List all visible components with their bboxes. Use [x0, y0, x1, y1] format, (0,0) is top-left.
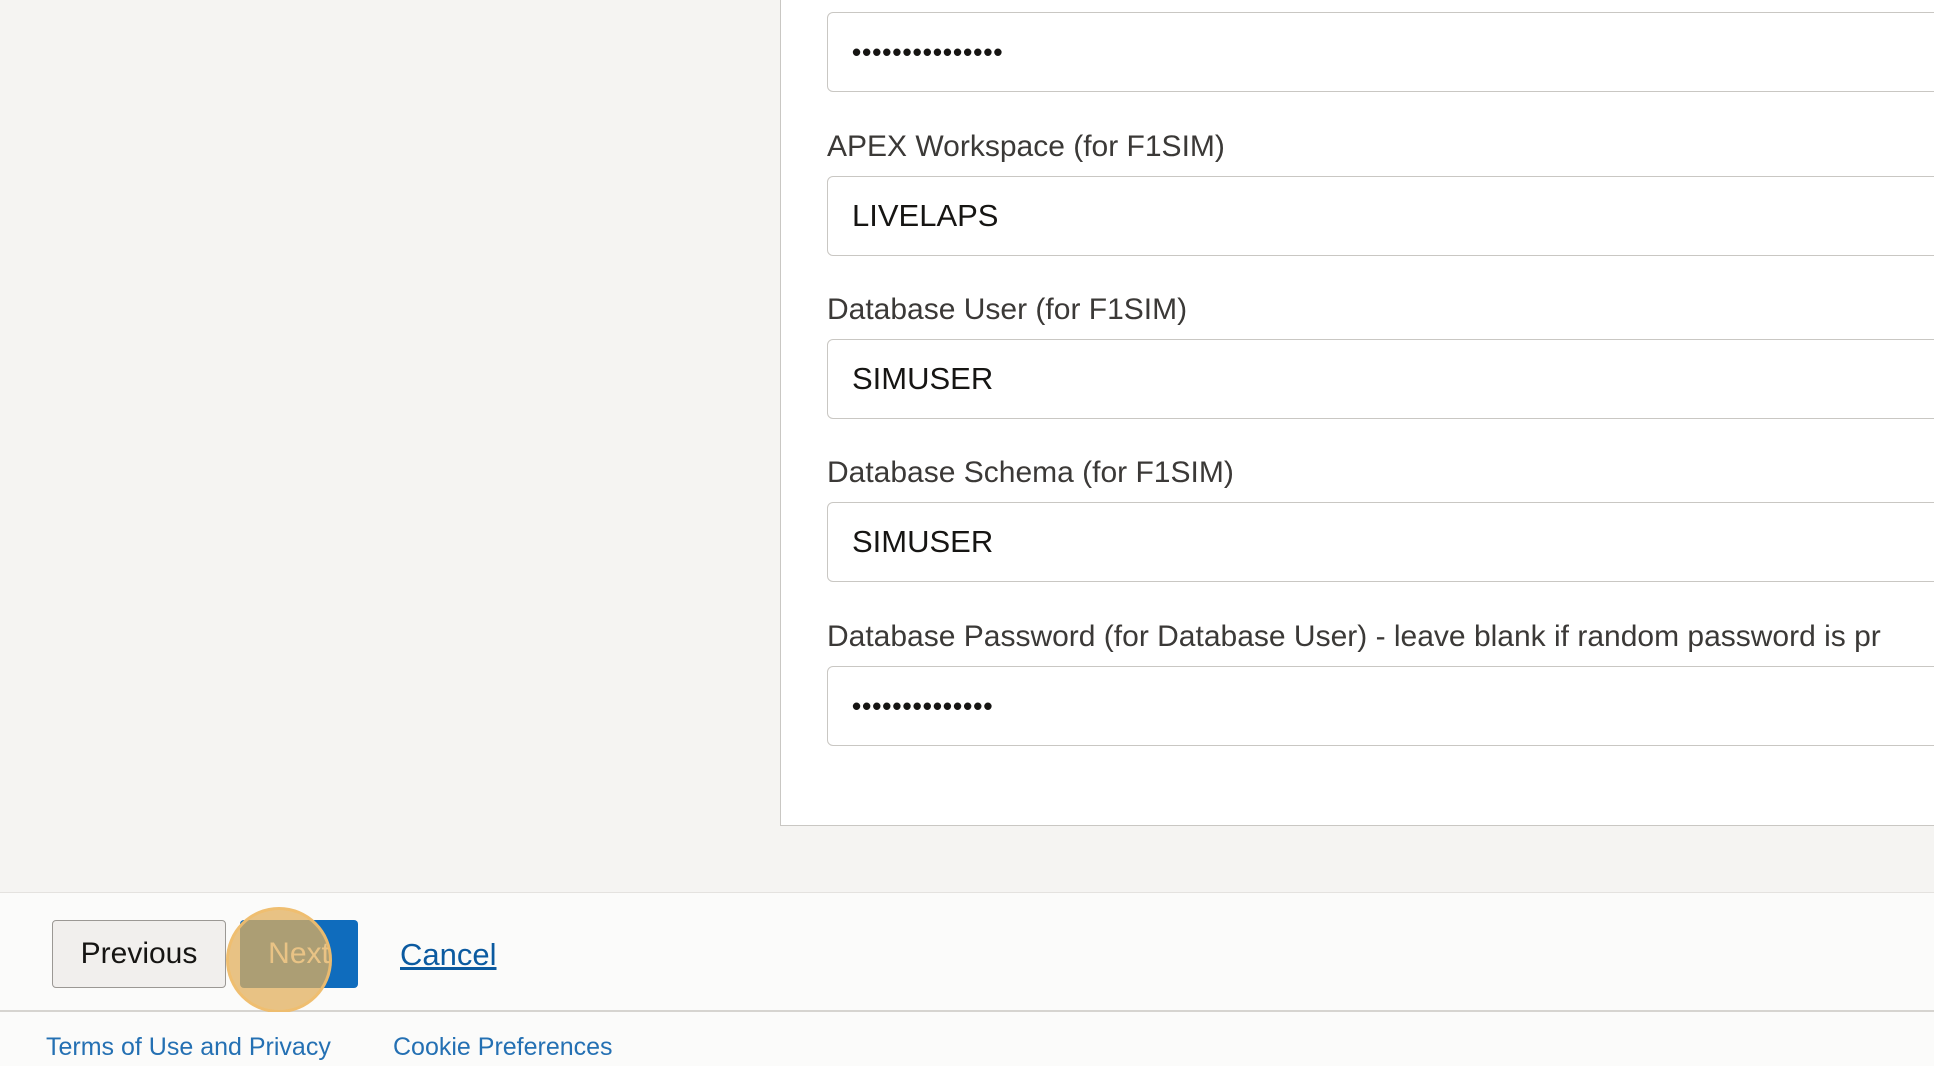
previous-button[interactable]: Previous: [52, 920, 226, 988]
wizard-footer: Previous Next Cancel: [0, 892, 1934, 1013]
next-button[interactable]: Next: [240, 920, 358, 988]
cookie-preferences-link[interactable]: Cookie Preferences: [393, 1033, 613, 1062]
database-schema-label: Database Schema (for F1SIM): [827, 456, 1234, 489]
database-user-input[interactable]: SIMUSER: [827, 339, 1934, 419]
main-content-area: ••••••••••••••• APEX Workspace (for F1SI…: [0, 0, 1934, 892]
stack-variables-form: ••••••••••••••• APEX Workspace (for F1SI…: [780, 0, 1934, 826]
database-password-label: Database Password (for Database User) - …: [827, 620, 1881, 653]
password-input-top[interactable]: •••••••••••••••: [827, 12, 1934, 92]
apex-workspace-label: APEX Workspace (for F1SIM): [827, 130, 1225, 163]
legal-footer: Terms of Use and Privacy Cookie Preferen…: [0, 1012, 1934, 1066]
database-user-label: Database User (for F1SIM): [827, 293, 1188, 326]
apex-workspace-input[interactable]: LIVELAPS: [827, 176, 1934, 256]
terms-of-use-link[interactable]: Terms of Use and Privacy: [46, 1033, 331, 1062]
database-schema-input[interactable]: SIMUSER: [827, 502, 1934, 582]
cancel-link[interactable]: Cancel: [400, 937, 497, 973]
database-password-input[interactable]: ••••••••••••••: [827, 666, 1934, 746]
